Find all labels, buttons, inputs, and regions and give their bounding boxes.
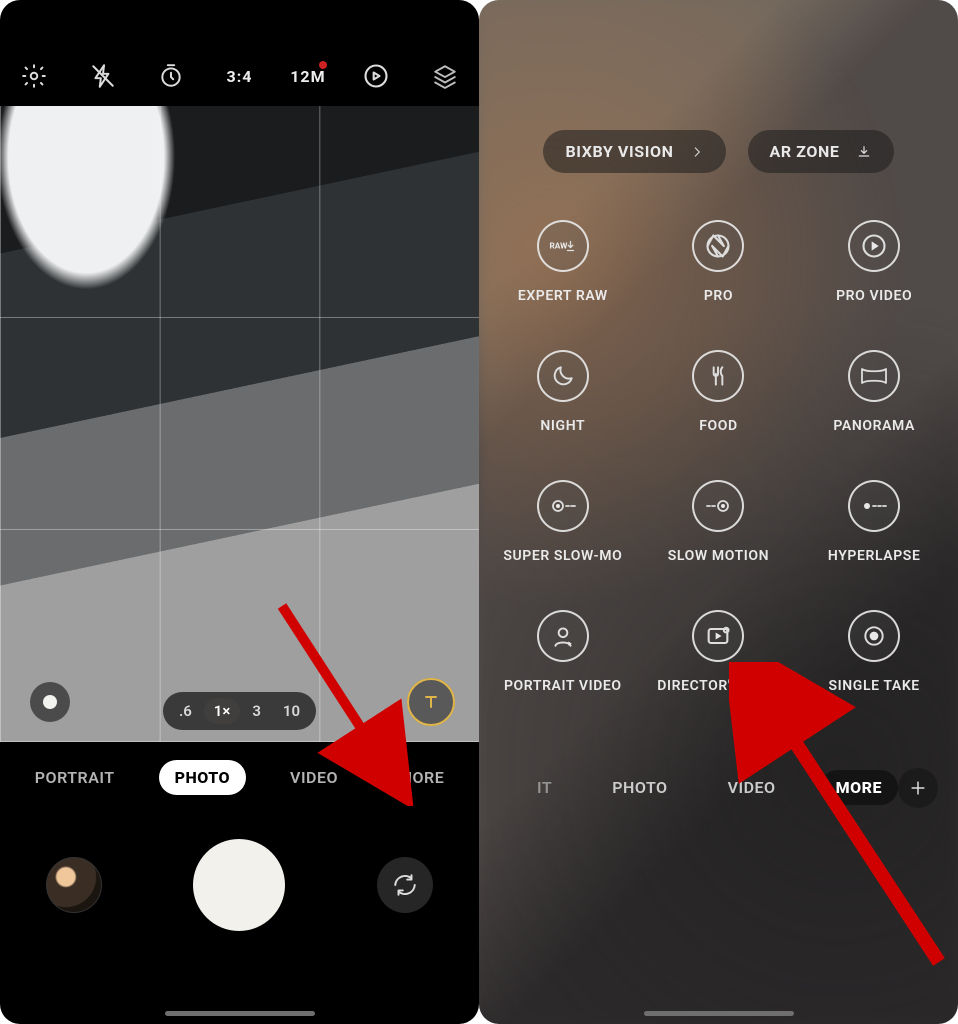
zoom-option-1[interactable]: 1× xyxy=(204,698,241,724)
mode-slow-motion[interactable]: SLOW MOTION xyxy=(668,480,769,564)
mode-label: DIRECTOR'S VIEW xyxy=(657,678,779,694)
shutter-row xyxy=(0,820,479,950)
camera-top-toolbar: 3:4 12M xyxy=(0,48,479,104)
play-circle-icon xyxy=(848,220,900,272)
switch-camera-icon xyxy=(392,872,418,898)
add-mode-button[interactable] xyxy=(898,768,938,808)
mode-photo[interactable]: PHOTO xyxy=(159,760,246,795)
flash-button[interactable] xyxy=(82,63,124,89)
motion-photo-button[interactable] xyxy=(355,62,397,90)
portrait-video-icon xyxy=(537,610,589,662)
timer-icon xyxy=(158,63,184,89)
mode-label: SLOW MOTION xyxy=(668,548,769,564)
hyperlapse-icon xyxy=(848,480,900,532)
mode-night[interactable]: NIGHT xyxy=(537,350,589,434)
zoom-selector[interactable]: .6 1× 3 10 xyxy=(0,692,479,730)
filters-button[interactable] xyxy=(424,63,466,89)
mode-pro-video[interactable]: PRO VIDEO xyxy=(836,220,912,304)
chevron-right-icon xyxy=(690,145,704,159)
mode-label: HYPERLAPSE xyxy=(828,548,921,564)
svg-text:RAW: RAW xyxy=(549,241,568,251)
zoom-option-3[interactable]: 10 xyxy=(273,698,310,724)
recording-dot-icon xyxy=(319,61,327,69)
camera-main-screen: 3:4 12M .6 1× 3 10 PORTRAIT PHOTO xyxy=(0,0,479,1024)
switch-camera-button[interactable] xyxy=(377,857,433,913)
more-modes-grid: RAW EXPERT RAW PRO PRO VIDEO NIGHT FOOD … xyxy=(479,220,958,740)
bixby-vision-label: BIXBY VISION xyxy=(565,142,673,161)
mode-video[interactable]: VIDEO xyxy=(274,760,354,795)
plus-icon xyxy=(908,778,928,798)
mode-more[interactable]: MORE xyxy=(382,760,460,795)
home-indicator[interactable] xyxy=(644,1011,794,1016)
panorama-icon xyxy=(848,350,900,402)
expert-raw-icon: RAW xyxy=(537,220,589,272)
aspect-ratio-button[interactable]: 3:4 xyxy=(218,67,260,86)
zoom-chip[interactable]: .6 1× 3 10 xyxy=(163,692,316,730)
resolution-label: 12M xyxy=(290,67,325,86)
slow-motion-icon xyxy=(692,480,744,532)
single-take-icon xyxy=(848,610,900,662)
mode-video[interactable]: VIDEO xyxy=(712,770,792,805)
zoom-option-0[interactable]: .6 xyxy=(169,698,202,724)
mode-label: PRO xyxy=(704,288,733,304)
mode-clipped[interactable]: IT xyxy=(521,770,568,805)
directors-view-icon xyxy=(692,610,744,662)
motion-photo-icon xyxy=(362,62,390,90)
camera-mode-row-right[interactable]: IT PHOTO VIDEO MORE xyxy=(479,770,958,805)
camera-mode-row[interactable]: PORTRAIT PHOTO VIDEO MORE xyxy=(0,760,479,795)
mode-super-slowmo[interactable]: SUPER SLOW-MO xyxy=(503,480,622,564)
mode-label: EXPERT RAW xyxy=(518,288,608,304)
moon-icon xyxy=(537,350,589,402)
gear-icon xyxy=(21,63,47,89)
mode-panorama[interactable]: PANORAMA xyxy=(833,350,915,434)
filters-icon xyxy=(432,63,458,89)
gallery-thumbnail[interactable] xyxy=(46,857,102,913)
camera-viewfinder[interactable]: .6 1× 3 10 xyxy=(0,106,479,742)
mode-food[interactable]: FOOD xyxy=(692,350,744,434)
more-top-pills: BIXBY VISION AR ZONE xyxy=(479,130,958,173)
home-indicator[interactable] xyxy=(165,1011,315,1016)
mode-label: PANORAMA xyxy=(833,418,915,434)
mode-label: PORTRAIT VIDEO xyxy=(504,678,622,694)
aperture-icon xyxy=(692,220,744,272)
mode-single-take[interactable]: SINGLE TAKE xyxy=(829,610,920,694)
mode-directors-view[interactable]: DIRECTOR'S VIEW xyxy=(657,610,779,694)
mode-more[interactable]: MORE xyxy=(820,770,898,805)
food-icon xyxy=(692,350,744,402)
super-slowmo-icon xyxy=(537,480,589,532)
mode-expert-raw[interactable]: RAW EXPERT RAW xyxy=(518,220,608,304)
download-icon xyxy=(856,144,872,160)
resolution-button[interactable]: 12M xyxy=(287,67,329,86)
flash-off-icon xyxy=(90,63,116,89)
mode-label: SINGLE TAKE xyxy=(829,678,920,694)
mode-photo[interactable]: PHOTO xyxy=(596,770,683,805)
mode-portrait[interactable]: PORTRAIT xyxy=(19,760,131,795)
camera-more-modes-screen: BIXBY VISION AR ZONE RAW EXPERT RAW PRO … xyxy=(479,0,958,1024)
bixby-vision-button[interactable]: BIXBY VISION xyxy=(543,130,725,173)
ar-zone-label: AR ZONE xyxy=(770,142,840,161)
mode-label: PRO VIDEO xyxy=(836,288,912,304)
mode-pro[interactable]: PRO xyxy=(692,220,744,304)
mode-label: FOOD xyxy=(699,418,738,434)
mode-label: NIGHT xyxy=(540,418,585,434)
zoom-option-2[interactable]: 3 xyxy=(242,698,271,724)
aspect-ratio-label: 3:4 xyxy=(227,67,253,86)
timer-button[interactable] xyxy=(150,63,192,89)
mode-label: SUPER SLOW-MO xyxy=(503,548,622,564)
ar-zone-button[interactable]: AR ZONE xyxy=(748,130,894,173)
settings-button[interactable] xyxy=(13,63,55,89)
shutter-button[interactable] xyxy=(193,839,285,931)
mode-hyperlapse[interactable]: HYPERLAPSE xyxy=(828,480,921,564)
mode-portrait-video[interactable]: PORTRAIT VIDEO xyxy=(504,610,622,694)
